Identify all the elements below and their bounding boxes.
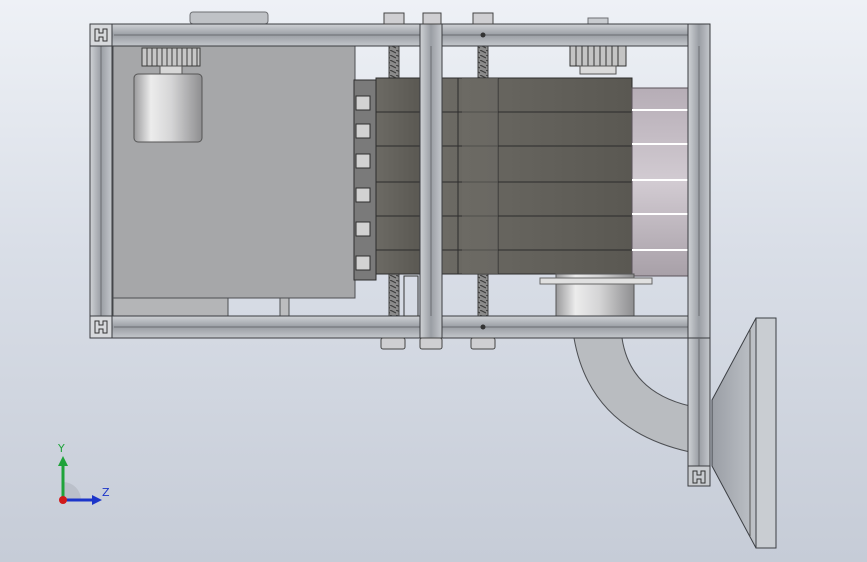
carriage-block-left xyxy=(375,77,422,275)
view-triad xyxy=(58,456,102,505)
discharge-funnel xyxy=(711,317,777,549)
bent-tube xyxy=(573,337,691,453)
y-axis-arrow xyxy=(58,456,68,466)
plate-tab xyxy=(279,297,290,317)
y-axis-label: Y xyxy=(58,442,65,455)
bottom-nuts xyxy=(380,337,496,350)
z-axis-label: Z xyxy=(102,486,110,499)
top-nuts xyxy=(383,12,494,25)
lower-cylinder-flange xyxy=(539,277,653,285)
roller-stack xyxy=(631,87,689,277)
guide-rod xyxy=(403,275,419,317)
z-axis-arrow xyxy=(92,495,102,505)
x-axis-dot xyxy=(59,496,67,504)
slide-clamps xyxy=(353,79,377,281)
motor xyxy=(133,47,203,143)
cad-graphics-viewport[interactable]: Y Z xyxy=(0,0,867,562)
plate-lower-strip xyxy=(112,297,229,317)
assembly-model-view[interactable] xyxy=(0,0,867,562)
carriage-block-right xyxy=(441,77,633,275)
right-pulley xyxy=(569,45,627,75)
